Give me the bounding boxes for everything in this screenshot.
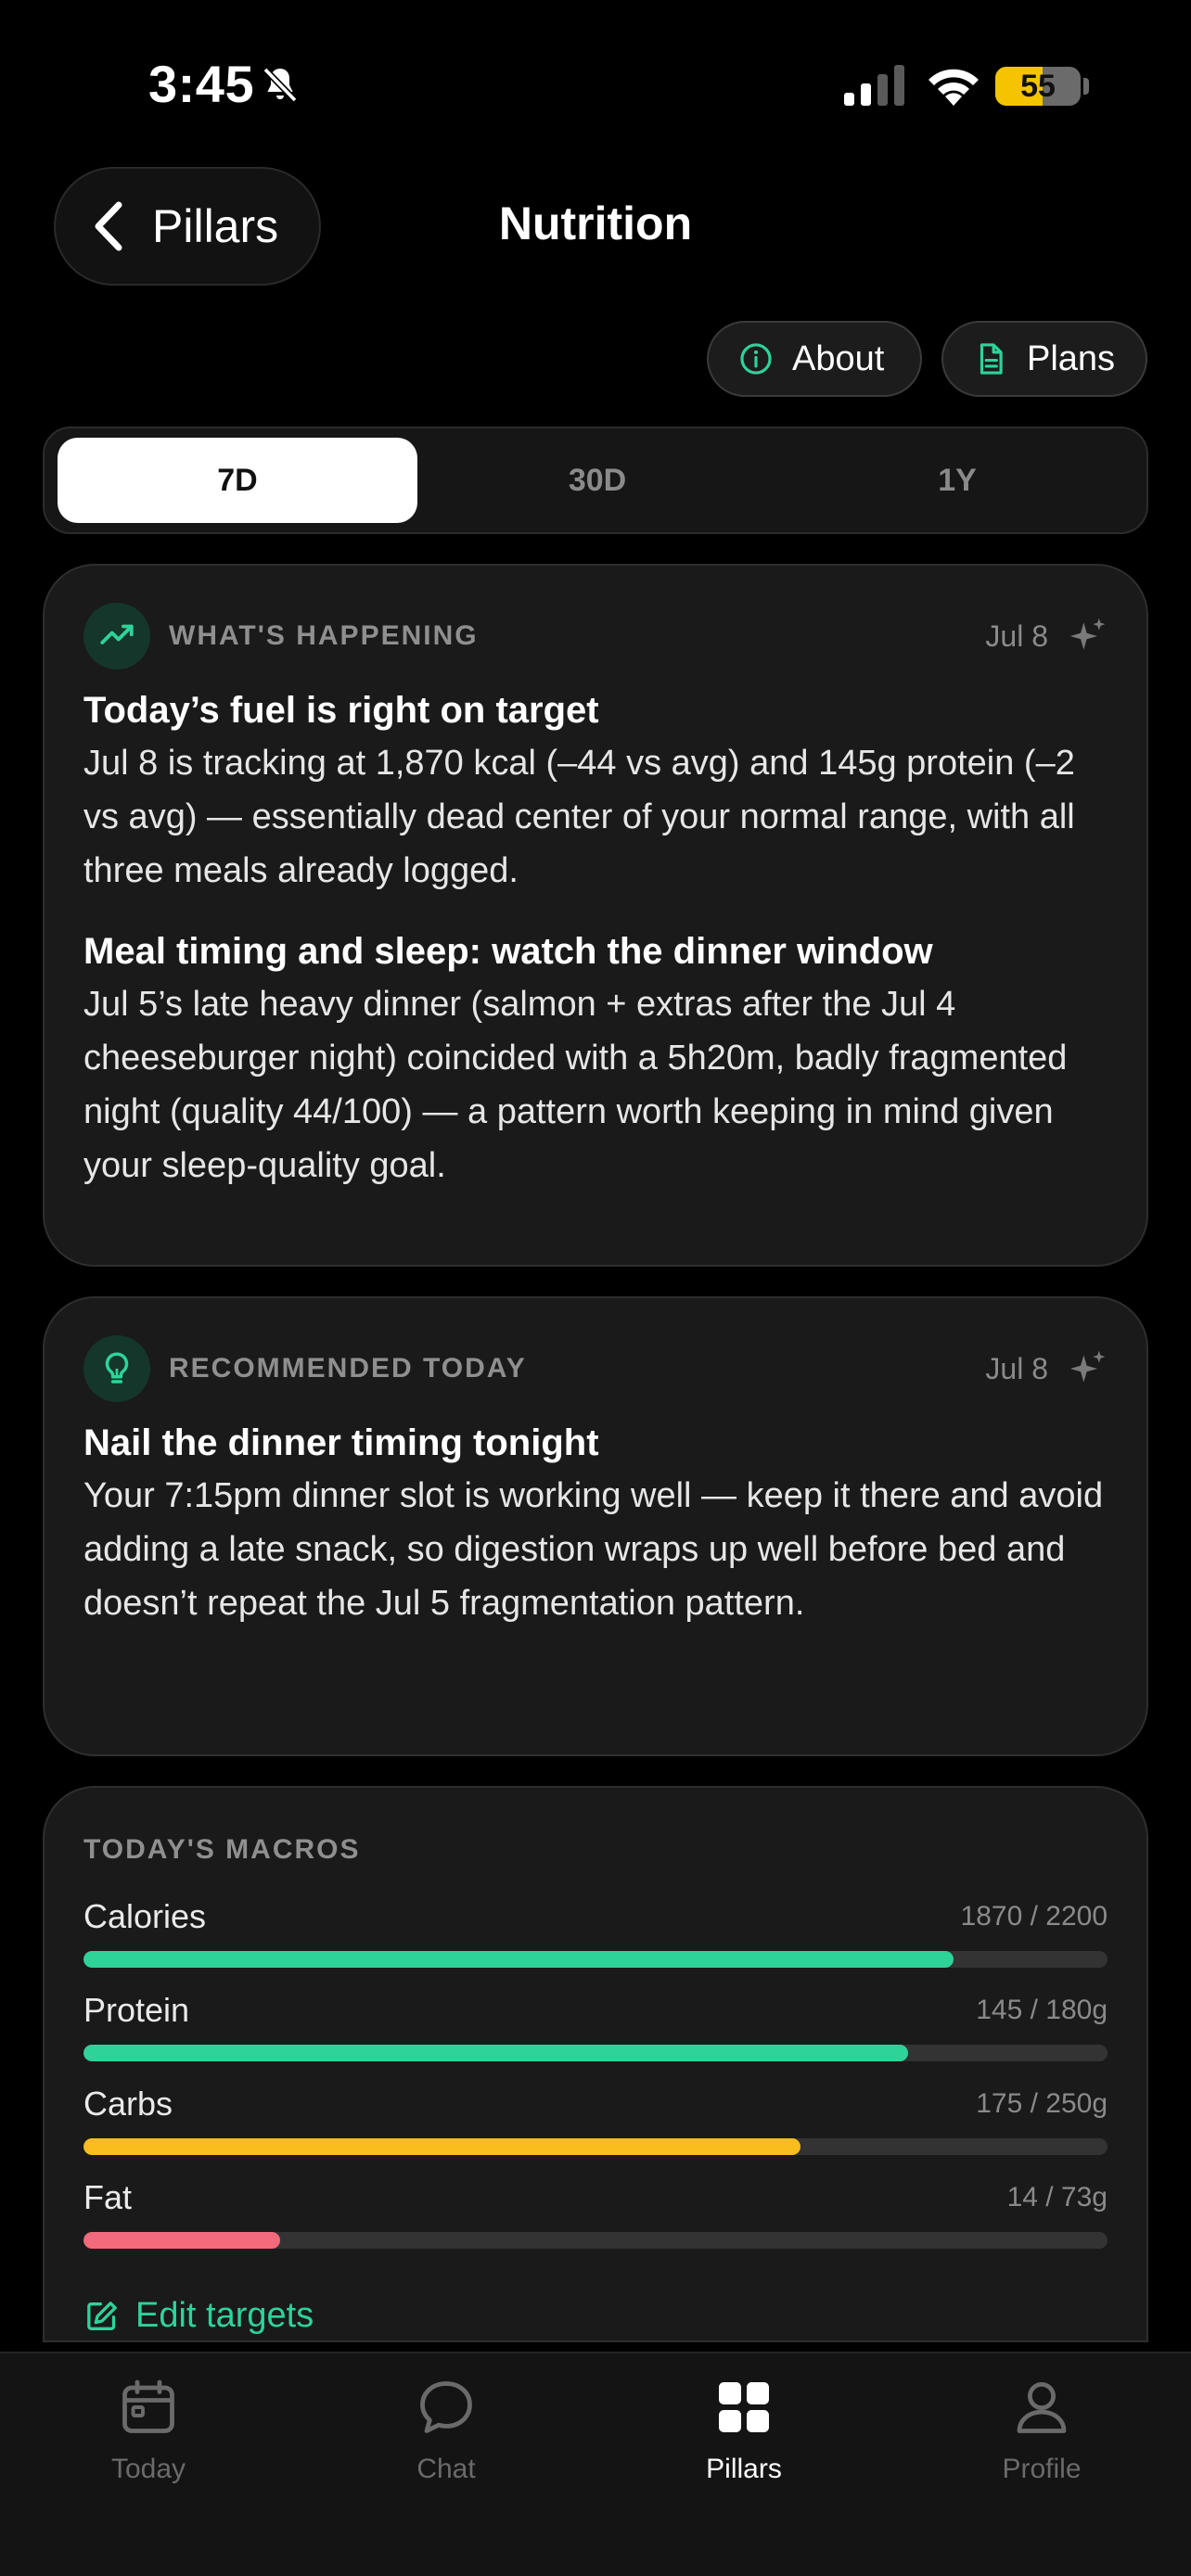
- tab-label: Chat: [416, 2454, 476, 2484]
- range-tab-7d[interactable]: 7D: [58, 438, 417, 523]
- macro-row-carbs: Carbs 175 / 250g: [83, 2085, 1108, 2168]
- macro-progress-track: [83, 1951, 1108, 1968]
- insight-text: Jul 8 is tracking at 1,870 kcal (–44 vs …: [83, 744, 1075, 890]
- chat-bubble-icon: [420, 2381, 472, 2433]
- status-time: 3:45: [148, 55, 255, 113]
- card-body: Today’s fuel is right on target Jul 8 is…: [83, 684, 1113, 1192]
- macro-value: 145 / 180g: [976, 1995, 1108, 2025]
- wifi-icon: [928, 69, 979, 106]
- recommended-today-card: RECOMMENDED TODAY Jul 8 Nail the dinner …: [43, 1296, 1148, 1756]
- macro-progress-track: [83, 2138, 1108, 2155]
- trend-up-icon: [100, 624, 134, 644]
- recommendation-text: Your 7:15pm dinner slot is working well …: [83, 1476, 1104, 1623]
- card-header: WHAT'S HAPPENING Jul 8: [83, 603, 1108, 670]
- document-icon: [980, 343, 1003, 375]
- macro-value: 14 / 73g: [1006, 2182, 1108, 2213]
- range-segmented-control: 7D 30D 1Y: [43, 427, 1148, 534]
- card-label: RECOMMENDED TODAY: [169, 1353, 527, 1384]
- sparkle-icon: [1069, 1350, 1106, 1383]
- card-label: WHAT'S HAPPENING: [169, 620, 479, 651]
- plans-button-label: Plans: [1027, 338, 1116, 378]
- macro-value: 175 / 250g: [976, 2088, 1108, 2119]
- lightbulb-icon-badge: [83, 1335, 150, 1402]
- about-button[interactable]: About: [707, 321, 922, 397]
- tab-profile[interactable]: Profile: [930, 2374, 1153, 2485]
- macro-name: Calories: [83, 1897, 207, 1935]
- insight-title: Meal timing and sleep: watch the dinner …: [83, 931, 933, 972]
- recommendation-title: Nail the dinner timing tonight: [83, 1422, 599, 1463]
- card-date: Jul 8: [985, 1351, 1048, 1385]
- tab-pillars[interactable]: Pillars: [633, 2374, 855, 2485]
- whats-happening-card: WHAT'S HAPPENING Jul 8 Today’s fuel is r…: [43, 564, 1148, 1267]
- macro-progress-track: [83, 2232, 1108, 2249]
- edit-targets-label: Edit targets: [135, 2296, 314, 2335]
- tab-label: Pillars: [706, 2454, 782, 2484]
- card-body: Nail the dinner timing tonight Your 7:15…: [83, 1417, 1113, 1630]
- macro-name: Protein: [83, 1991, 190, 2029]
- bottom-tab-bar: Today Chat Pillars Profile: [0, 2352, 1191, 2576]
- battery-percent: 55: [1020, 69, 1056, 104]
- tab-chat[interactable]: Chat: [335, 2374, 557, 2485]
- macro-progress-fill: [83, 2232, 280, 2249]
- sparkle-icon: [1069, 618, 1106, 650]
- todays-macros-card: TODAY'S MACROS Calories 1870 / 2200 Prot…: [43, 1786, 1148, 2342]
- calendar-icon: [122, 2379, 174, 2433]
- trend-icon-badge: [83, 603, 150, 670]
- grid-icon: [719, 2382, 769, 2432]
- info-icon: [740, 343, 772, 375]
- macro-value: 1870 / 2200: [960, 1901, 1108, 1932]
- macros-label: TODAY'S MACROS: [83, 1834, 361, 1865]
- card-date: Jul 8: [985, 618, 1048, 653]
- bell-slash-icon: [263, 67, 298, 103]
- macro-row-protein: Protein 145 / 180g: [83, 1991, 1108, 2074]
- macro-progress-fill: [83, 2138, 800, 2155]
- range-tab-1y[interactable]: 1Y: [777, 438, 1137, 523]
- macro-name: Carbs: [83, 2085, 173, 2123]
- insight-title: Today’s fuel is right on target: [83, 690, 599, 731]
- page-title: Nutrition: [498, 198, 693, 249]
- macro-progress-fill: [83, 2045, 909, 2061]
- cellular-signal-icon: [844, 65, 904, 106]
- about-button-label: About: [792, 338, 885, 378]
- person-icon: [1017, 2382, 1067, 2433]
- macro-name: Fat: [83, 2178, 133, 2216]
- battery-icon: 55: [995, 67, 1081, 106]
- macro-progress-fill: [83, 1951, 954, 1968]
- range-tab-30d[interactable]: 30D: [417, 438, 777, 523]
- card-header: RECOMMENDED TODAY Jul 8: [83, 1335, 1108, 1402]
- insight-text: Jul 5’s late heavy dinner (salmon + extr…: [83, 985, 1068, 1185]
- status-bar: 3:45 55: [0, 0, 1191, 167]
- tab-label: Profile: [1002, 2454, 1082, 2484]
- macro-row-fat: Fat 14 / 73g: [83, 2178, 1108, 2262]
- tab-label: Today: [110, 2454, 186, 2484]
- plans-button[interactable]: Plans: [941, 321, 1147, 397]
- lightbulb-icon: [105, 1352, 129, 1384]
- edit-targets-button[interactable]: Edit targets: [83, 2296, 314, 2336]
- battery-nub: [1083, 78, 1089, 95]
- edit-icon: [87, 2301, 117, 2330]
- macro-progress-track: [83, 2045, 1108, 2061]
- macro-row-calories: Calories 1870 / 2200: [83, 1897, 1108, 1981]
- tab-today[interactable]: Today: [37, 2374, 260, 2485]
